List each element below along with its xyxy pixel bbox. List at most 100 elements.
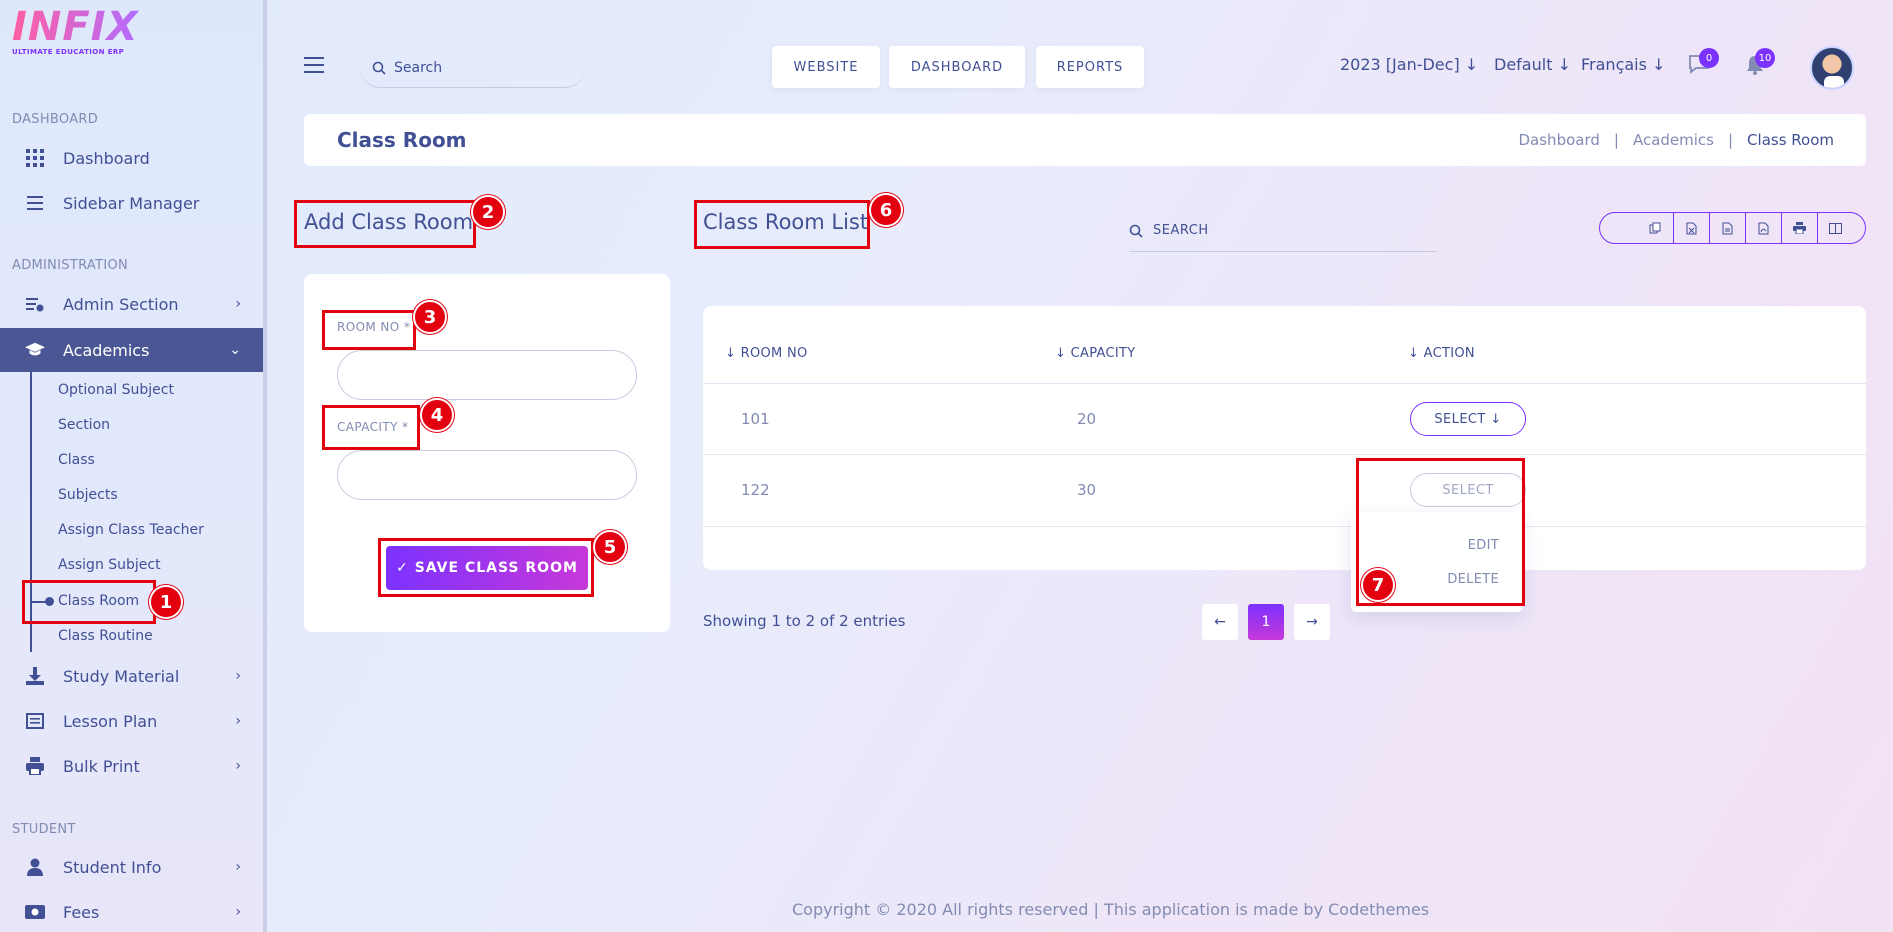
next-page-button[interactable]: →	[1294, 604, 1330, 640]
dashboard-button[interactable]: DASHBOARD	[889, 46, 1025, 88]
column-header-room-no[interactable]: ↓ ROOM NO	[725, 346, 808, 361]
export-toolbar	[1599, 212, 1866, 244]
columns-icon[interactable]	[1817, 213, 1853, 243]
sidebar-item-label: Sidebar Manager	[63, 193, 200, 213]
chevron-right-icon: ›	[235, 668, 241, 684]
select-label: SELECT	[1434, 411, 1486, 427]
language-dropdown[interactable]: Français ↓	[1581, 55, 1665, 74]
sidebar-item-study-material[interactable]: Study Material ›	[0, 654, 263, 698]
sort-arrow-icon: ↓	[1408, 346, 1420, 361]
submenu-item-assign-subject[interactable]: Assign Subject	[58, 557, 161, 573]
annotation-box	[322, 405, 420, 450]
sidebar-item-label: Admin Section	[63, 294, 179, 314]
sidebar-item-label: Lesson Plan	[63, 711, 158, 731]
arrow-down-icon: ↓	[1557, 55, 1571, 74]
grid-icon	[25, 148, 45, 168]
submenu-item-section[interactable]: Section	[58, 417, 110, 433]
column-label: CAPACITY	[1070, 346, 1136, 361]
annotation-box	[294, 200, 476, 248]
annotation-marker: 6	[869, 193, 903, 227]
submenu-item-class[interactable]: Class	[58, 452, 95, 468]
annotation-marker: 7	[1361, 568, 1395, 602]
sidebar-item-label: Student Info	[63, 857, 162, 877]
top-search	[360, 48, 585, 88]
admin-icon	[25, 294, 45, 314]
annotation-marker: 2	[471, 195, 505, 229]
print-icon	[25, 756, 45, 776]
graduation-cap-icon	[25, 340, 45, 360]
cell-capacity: 30	[1077, 481, 1097, 499]
sidebar-item-student-info[interactable]: Student Info ›	[0, 845, 263, 889]
messages-badge: 0	[1699, 48, 1719, 68]
breadcrumb: Dashboard | Academics | Class Room	[1518, 131, 1835, 149]
sidebar-item-fees[interactable]: Fees ›	[0, 890, 263, 932]
divider	[703, 526, 1866, 527]
list-search	[1129, 210, 1437, 252]
annotation-box	[378, 538, 594, 597]
logo[interactable]: INFIX ULTIMATE EDUCATION ERP	[12, 4, 142, 60]
avatar[interactable]	[1810, 46, 1854, 90]
sidebar-item-label: Study Material	[63, 666, 180, 686]
excel-icon[interactable]	[1673, 213, 1709, 243]
sort-arrow-icon: ↓	[1055, 346, 1067, 361]
arrow-down-icon: ↓	[1652, 55, 1666, 74]
top-search-input[interactable]	[394, 59, 554, 76]
arrow-down-icon: ↓	[1490, 411, 1502, 427]
annotation-marker: 1	[149, 585, 183, 619]
language-value: Français	[1581, 55, 1647, 74]
sidebar-item-label: Fees	[63, 902, 100, 922]
arrow-left-icon: ←	[1214, 614, 1226, 630]
select-action-button[interactable]: SELECT ↓	[1410, 402, 1526, 436]
download-icon	[25, 666, 45, 686]
divider	[703, 454, 1866, 455]
submenu-item-optional-subject[interactable]: Optional Subject	[58, 382, 174, 398]
pdf-icon[interactable]	[1745, 213, 1781, 243]
year-value: 2023 [Jan-Dec]	[1340, 55, 1460, 74]
cell-room-no: 122	[741, 481, 770, 499]
sidebar-item-academics[interactable]: Academics ⌄	[0, 328, 263, 372]
menu-toggle-icon[interactable]	[304, 57, 324, 73]
column-header-capacity[interactable]: ↓ CAPACITY	[1055, 346, 1135, 361]
submenu-item-assign-class-teacher[interactable]: Assign Class Teacher	[58, 522, 204, 538]
reports-button[interactable]: REPORTS	[1036, 46, 1144, 88]
room-no-input[interactable]	[337, 350, 637, 400]
page-header: Class Room Dashboard | Academics | Class Roo…	[304, 114, 1866, 166]
theme-value: Default	[1494, 55, 1553, 74]
sidebar-item-label: Dashboard	[63, 148, 150, 168]
user-icon	[25, 857, 45, 877]
search-icon	[372, 61, 386, 75]
capacity-input[interactable]	[337, 450, 637, 500]
csv-icon[interactable]	[1709, 213, 1745, 243]
annotation-box	[322, 310, 416, 350]
sidebar-item-sidebar-manager[interactable]: Sidebar Manager	[0, 181, 263, 225]
arrow-down-icon: ↓	[1464, 55, 1479, 74]
submenu-item-subjects[interactable]: Subjects	[58, 487, 118, 503]
annotation-marker: 4	[420, 398, 454, 432]
year-dropdown[interactable]: 2023 [Jan-Dec] ↓	[1340, 55, 1478, 74]
section-title-administration: ADMINISTRATION	[12, 258, 129, 273]
logo-text: INFIX	[12, 4, 142, 50]
chevron-right-icon: ›	[235, 296, 241, 312]
submenu-item-class-routine[interactable]: Class Routine	[58, 628, 153, 644]
page-button[interactable]: 1	[1248, 604, 1284, 640]
list-icon	[25, 711, 45, 731]
divider	[703, 383, 1866, 384]
chevron-right-icon: ›	[235, 904, 241, 920]
list-search-input[interactable]	[1153, 223, 1403, 238]
sidebar-item-dashboard[interactable]: Dashboard	[0, 136, 263, 180]
column-header-action[interactable]: ↓ ACTION	[1408, 346, 1475, 361]
theme-dropdown[interactable]: Default ↓	[1494, 55, 1571, 74]
sidebar-item-bulk-print[interactable]: Bulk Print ›	[0, 744, 263, 788]
chevron-right-icon: ›	[235, 713, 241, 729]
sidebar-item-admin-section[interactable]: Admin Section ›	[0, 282, 263, 326]
notifications-badge: 10	[1755, 48, 1775, 68]
prev-page-button[interactable]: ←	[1202, 604, 1238, 640]
breadcrumb-dashboard[interactable]: Dashboard	[1519, 131, 1600, 149]
website-button[interactable]: WEBSITE	[772, 46, 880, 88]
sidebar-item-lesson-plan[interactable]: Lesson Plan ›	[0, 699, 263, 743]
copy-icon[interactable]	[1637, 213, 1673, 243]
breadcrumb-academics[interactable]: Academics	[1633, 131, 1714, 149]
column-label: ROOM NO	[740, 346, 808, 361]
print-icon[interactable]	[1781, 213, 1817, 243]
sidebar: INFIX ULTIMATE EDUCATION ERP DASHBOARD D…	[0, 0, 267, 932]
